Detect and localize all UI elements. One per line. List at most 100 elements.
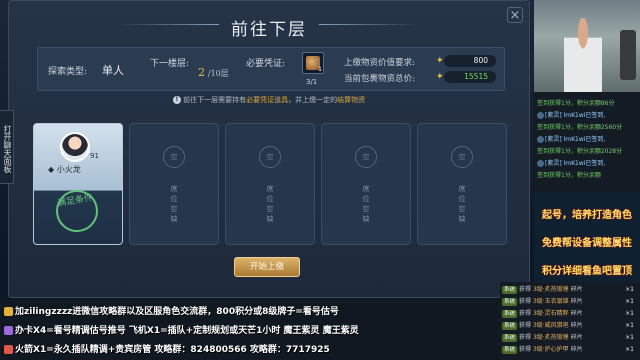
loot-count: ×1	[625, 286, 634, 293]
loot-row: 系统 获得 3级·玉衣银锦 碎片 ×1	[502, 296, 638, 308]
loot-suffix: 碎片	[570, 310, 583, 317]
loot-row: 系统 获得 3级·炙热锻锤 碎片 ×1	[502, 284, 638, 296]
chat-line-text: [紫灵] lmK1wi已签到,	[545, 160, 606, 167]
loot-name: 3级·玉衣银锦	[532, 298, 569, 305]
hint-token-link[interactable]: 必要凭证道具	[246, 96, 288, 104]
streamer-webcam	[534, 0, 640, 92]
descend-hint: ! 前往下一层需要持有必要凭证道具，并上缴一定的结算物资	[9, 95, 529, 105]
loot-name: 3级·炙热锻锤	[532, 286, 569, 293]
start-offer-button[interactable]: 开始上缴	[234, 257, 300, 277]
chat-line: [紫灵] lmK1wi已签到,	[537, 158, 605, 167]
chair	[620, 30, 636, 80]
hint-mid: ，并上缴一定的	[288, 96, 338, 104]
loot-row: 系统 获得 3级·护心护甲 碎片 ×1	[502, 344, 638, 356]
loot-count: ×1	[625, 322, 634, 329]
empty-slot-text: 席位空缺	[266, 185, 274, 223]
card-icon	[4, 326, 13, 335]
empty-slot-icon: 空	[355, 146, 377, 168]
banner-text: 办卡X4=看号精调估号推号 飞机X1=插队+定制规划或天芒1小时 魔王紫灵 魔王…	[15, 326, 359, 336]
hint-supplies-link[interactable]: 结算物资	[337, 96, 365, 104]
loot-verb: 获得	[519, 310, 532, 317]
promo-line: 积分详细看鱼吧置顶	[542, 266, 632, 277]
system-tag: 系统	[502, 309, 518, 318]
explore-type-value: 单人	[102, 64, 124, 77]
loot-suffix: 碎片	[570, 286, 583, 293]
next-floor-total: /10层	[207, 69, 229, 78]
token-badge: 1	[318, 66, 322, 73]
loot-count: ×1	[625, 346, 634, 353]
chat-line: 签到获得1分，积分余额2560分	[537, 124, 623, 131]
loot-verb: 获得	[519, 286, 532, 293]
user-avatar-icon	[537, 136, 544, 143]
loot-verb: 获得	[519, 322, 532, 329]
empty-slot-icon: 空	[259, 146, 281, 168]
system-tag: 系统	[502, 321, 518, 330]
dialog-title: 前往下层	[231, 20, 307, 40]
chat-line: [紫灵] lmK1wi已签到,	[537, 134, 605, 143]
empty-slot-text: 席位空缺	[458, 185, 466, 223]
loot-verb: 获得	[519, 298, 532, 305]
promo-panel: 起号，培养打造角色 免费帮设备调整属性 积分详细看鱼吧置顶	[534, 192, 640, 282]
team-slot-3[interactable]: 空 席位空缺	[225, 123, 315, 245]
game-screen: 前往下层 × 探索类型: 单人 下一楼层: 2 /10层 必要凭证: 1 3/1…	[0, 0, 640, 360]
loot-row: 系统 获得 3级·炙热锻锤 碎片 ×1	[502, 332, 638, 344]
pack-value-value: 15515	[444, 71, 496, 83]
empty-slot-icon: 空	[451, 146, 473, 168]
loot-verb: 获得	[519, 334, 532, 341]
banner-text: 火箭X1=永久插队精调+贵宾房管 攻略群：824800566 攻略群：77179…	[15, 345, 330, 355]
dungeon-info-bar: 探索类型: 单人 下一楼层: 2 /10层 必要凭证: 1 3/1 上缴物资价值…	[37, 47, 505, 91]
team-slot-2[interactable]: 空 席位空缺	[129, 123, 219, 245]
player-name-text: 小火龙	[56, 165, 81, 174]
info-icon: !	[172, 96, 181, 104]
loot-suffix: 碎片	[570, 322, 583, 329]
system-tag: 系统	[502, 285, 518, 294]
required-token-slot[interactable]: 1	[302, 52, 324, 74]
chat-line-text: [紫灵] lmK1wi已签到,	[545, 112, 606, 119]
promo-line: 起号，培养打造角色	[542, 210, 632, 221]
title-decoration-right	[319, 24, 419, 25]
loot-suffix: 碎片	[570, 346, 583, 353]
loot-verb: 获得	[519, 346, 532, 353]
offer-req-value: 800	[444, 55, 496, 67]
banner-line-2: 办卡X4=看号精调估号推号 飞机X1=插队+定制规划或天芒1小时 魔王紫灵 魔王…	[4, 323, 359, 336]
chat-panel: 签到获得1分，积分余额86分 [紫灵] lmK1wi已签到, 签到获得1分，积分…	[534, 92, 640, 192]
player-avatar	[60, 132, 90, 162]
empty-slot-icon: 空	[163, 146, 185, 168]
team-slot-4[interactable]: 空 席位空缺	[321, 123, 411, 245]
next-floor-current: 2	[198, 66, 205, 79]
qualified-stamp: 满足条件	[52, 186, 102, 236]
player-name: ◆ 小火龙	[48, 165, 81, 174]
banner-text: 加zilingzzzz进微信攻略群以及区服角色交流群，800积分或8级牌子=看号…	[15, 307, 339, 317]
chat-line: 签到获得1分，积分余额86分	[537, 100, 615, 107]
system-tag: 系统	[502, 333, 518, 342]
wechat-icon	[4, 307, 13, 316]
loot-suffix: 碎片	[570, 334, 583, 341]
explore-type-label: 探索类型:	[48, 67, 88, 77]
close-button[interactable]: ×	[507, 7, 523, 23]
loot-name: 3级·护心护甲	[532, 346, 569, 353]
chat-line: 签到获得1分，积分余额2028分	[537, 148, 623, 155]
offer-req-label: 上缴物资价值要求:	[344, 58, 415, 68]
loot-row: 系统 获得 3级·灵石精粹 碎片 ×1	[502, 308, 638, 320]
team-slot-1[interactable]: 91 ◆ 小火龙 满足条件	[33, 123, 123, 245]
player-level: 91	[90, 152, 99, 160]
feather-icon: ✦	[436, 56, 444, 66]
loot-row: 系统 获得 3级·威风猎袍 碎片 ×1	[502, 320, 638, 332]
chat-line-text: [紫灵] lmK1wi已签到,	[545, 136, 606, 143]
next-floor-value: 2 /10层	[198, 66, 229, 79]
loot-name: 3级·炙热锻锤	[532, 334, 569, 341]
user-avatar-icon	[537, 112, 544, 119]
system-tag: 系统	[502, 345, 518, 354]
chat-line: 签到获得1分，积分余额	[537, 172, 601, 179]
loot-count: ×1	[625, 310, 634, 317]
pack-value-label: 当前包裹物资总价:	[344, 74, 415, 84]
loot-count: ×1	[625, 298, 634, 305]
team-slot-5[interactable]: 空 席位空缺	[417, 123, 507, 245]
loot-suffix: 碎片	[570, 298, 583, 305]
stream-banner: 加zilingzzzz进微信攻略群以及区服角色交流群，800积分或8级牌子=看号…	[0, 300, 500, 360]
descend-dialog: 前往下层 × 探索类型: 单人 下一楼层: 2 /10层 必要凭证: 1 3/1…	[8, 0, 530, 298]
loot-name: 3级·威风猎袍	[532, 322, 569, 329]
banner-line-3: 火箭X1=永久插队精调+贵宾房管 攻略群：824800566 攻略群：77179…	[4, 342, 330, 355]
open-chat-tab[interactable]: 打开聊天面板	[0, 110, 14, 184]
empty-slot-text: 席位空缺	[170, 185, 178, 223]
